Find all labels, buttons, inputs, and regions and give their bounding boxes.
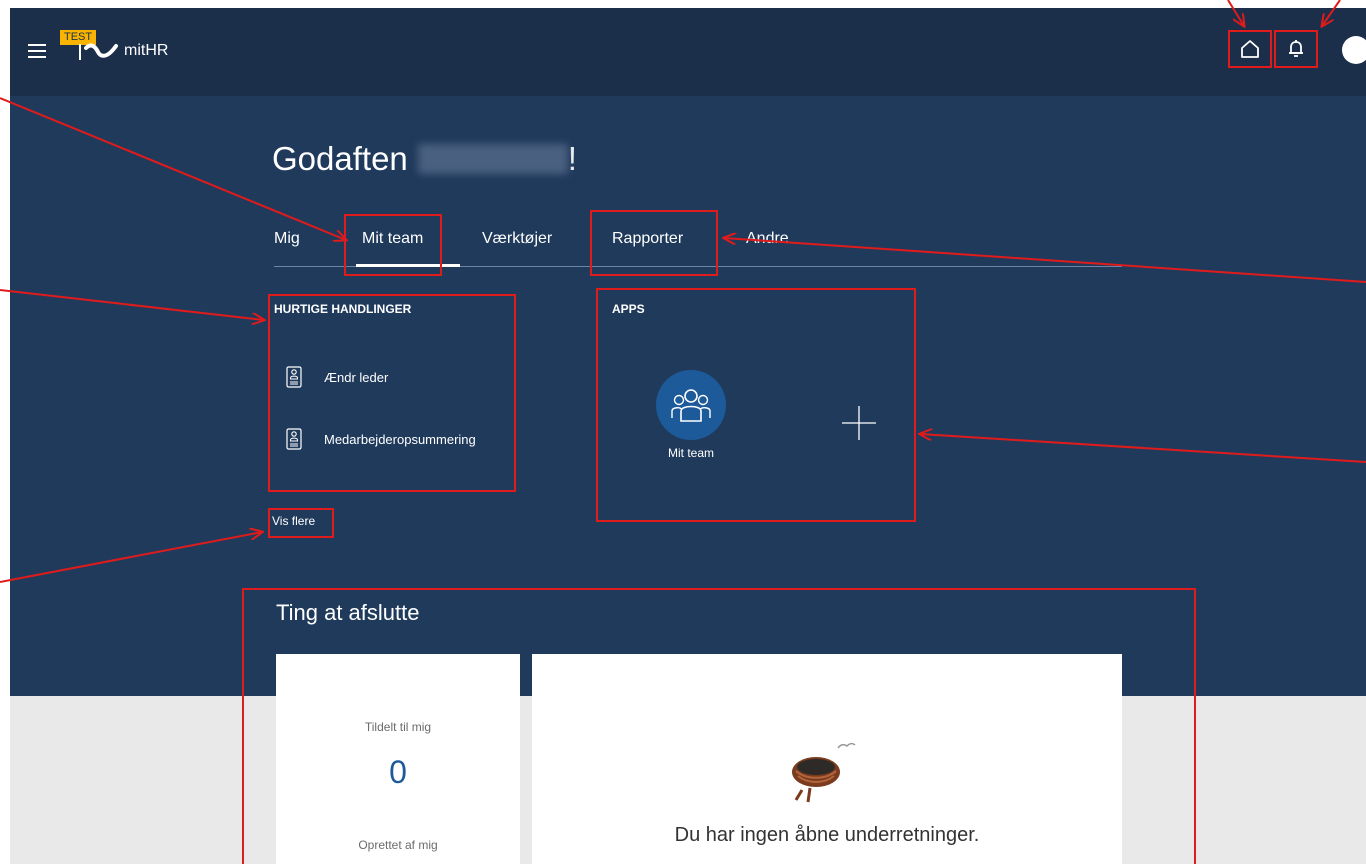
- logo-icon: [79, 43, 118, 60]
- tab-mig[interactable]: Mig: [274, 230, 300, 248]
- tab-vaerktoejer[interactable]: Værktøjer: [482, 230, 552, 248]
- home-icon: [1241, 40, 1259, 58]
- bell-icon: [1289, 40, 1303, 57]
- greeting: Godaften !: [272, 140, 577, 178]
- annotation-box-show-more: [268, 508, 334, 538]
- greeting-suffix: !: [567, 140, 577, 177]
- avatar[interactable]: [1342, 36, 1366, 64]
- annotation-box-quick-actions: [268, 294, 516, 492]
- app-name: mitHR: [124, 42, 169, 59]
- annotation-box-rapporter: [590, 210, 718, 276]
- greeting-text: Godaften: [272, 140, 408, 177]
- tab-andre[interactable]: Andre: [746, 230, 789, 248]
- annotation-box-apps: [596, 288, 916, 522]
- user-name-redacted: [417, 144, 568, 174]
- top-bar: [10, 8, 1366, 96]
- home-button[interactable]: [1228, 30, 1272, 68]
- annotation-box-todo: [242, 588, 1196, 864]
- menu-icon[interactable]: [28, 44, 46, 58]
- annotation-box-mit-team: [344, 214, 442, 276]
- notifications-button[interactable]: [1274, 30, 1318, 68]
